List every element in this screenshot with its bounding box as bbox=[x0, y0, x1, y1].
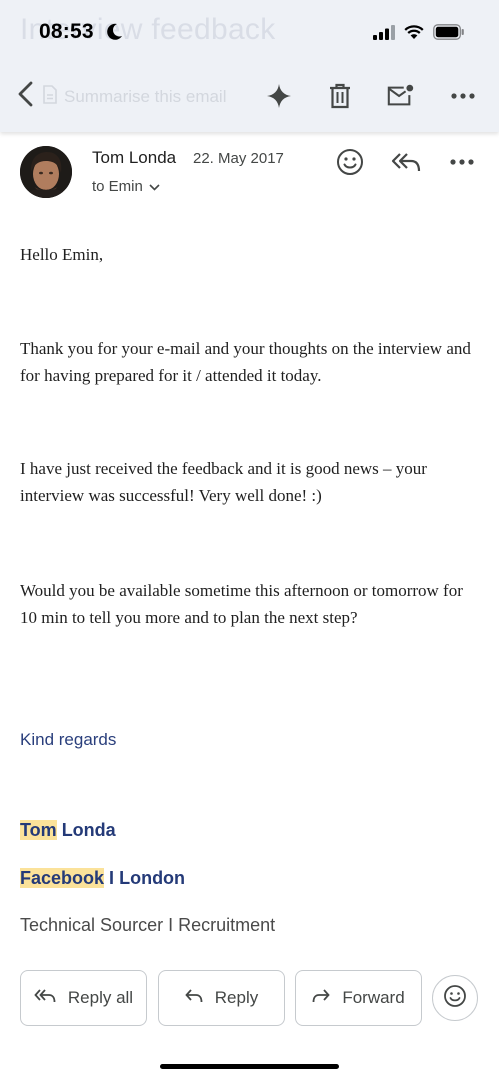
signature-first-name: Tom bbox=[20, 820, 57, 840]
sender-name[interactable]: Tom Londa bbox=[92, 148, 176, 168]
emoji-react-icon[interactable] bbox=[334, 146, 366, 178]
greeting: Hello Emin, bbox=[20, 245, 104, 264]
reply-icon bbox=[185, 988, 203, 1009]
body-paragraph-1: Thank you for your e-mail and your thoug… bbox=[20, 339, 471, 385]
reply-button[interactable]: Reply bbox=[158, 970, 285, 1026]
reply-all-button[interactable]: Reply all bbox=[20, 970, 147, 1026]
status-icons bbox=[373, 24, 465, 40]
top-bar: Interview feedback 08:53 Summarise this … bbox=[0, 0, 499, 132]
summarise-label: Summarise this email bbox=[64, 87, 227, 106]
emoji-reaction-button[interactable] bbox=[432, 975, 478, 1021]
signature-name: Tom Londa bbox=[20, 820, 116, 841]
sparkle-icon[interactable] bbox=[265, 82, 293, 110]
moon-icon bbox=[104, 22, 124, 47]
more-vert-icon[interactable] bbox=[449, 82, 477, 110]
forward-button[interactable]: Forward bbox=[295, 970, 422, 1026]
summary-doc-icon bbox=[42, 85, 58, 109]
chevron-left-icon bbox=[16, 80, 34, 113]
forward-icon bbox=[312, 988, 331, 1009]
signature-city: London bbox=[119, 868, 186, 888]
reply-all-icon bbox=[34, 988, 56, 1009]
home-indicator[interactable] bbox=[160, 1064, 339, 1069]
chevron-down-icon bbox=[149, 178, 160, 195]
signature-company: Facebook bbox=[20, 868, 105, 888]
sign-off: Kind regards bbox=[20, 730, 117, 749]
avatar[interactable] bbox=[20, 146, 72, 198]
signature-company-line: Facebook I London bbox=[20, 868, 185, 889]
emoji-icon bbox=[443, 984, 467, 1013]
trash-icon[interactable] bbox=[326, 82, 354, 110]
body-paragraph-2: I have just received the feedback and it… bbox=[20, 459, 427, 505]
mark-unread-icon[interactable] bbox=[386, 82, 414, 110]
reply-label: Reply bbox=[214, 988, 259, 1007]
summarise-button[interactable]: Summarise this email bbox=[42, 85, 227, 109]
message-date: 22. May 2017 bbox=[193, 150, 284, 167]
more-icon[interactable] bbox=[446, 146, 478, 178]
recipient-toggle[interactable]: to Emin bbox=[92, 178, 160, 195]
cellular-signal-icon bbox=[373, 24, 395, 40]
signature-separator: I bbox=[109, 868, 115, 888]
reply-all-icon[interactable] bbox=[390, 146, 422, 178]
signature-last-name: Londa bbox=[61, 820, 116, 840]
wifi-icon bbox=[404, 24, 424, 40]
status-time: 08:53 bbox=[39, 20, 94, 43]
forward-label: Forward bbox=[342, 988, 405, 1007]
recipient-label: to Emin bbox=[92, 178, 143, 195]
reply-all-label: Reply all bbox=[67, 988, 134, 1007]
back-button[interactable] bbox=[16, 78, 40, 114]
body-paragraph-3: Would you be available sometime this aft… bbox=[20, 581, 463, 627]
battery-icon bbox=[433, 24, 465, 40]
toolbar: Summarise this email bbox=[0, 70, 499, 122]
signature-role: Technical Sourcer I Recruitment bbox=[20, 915, 276, 935]
